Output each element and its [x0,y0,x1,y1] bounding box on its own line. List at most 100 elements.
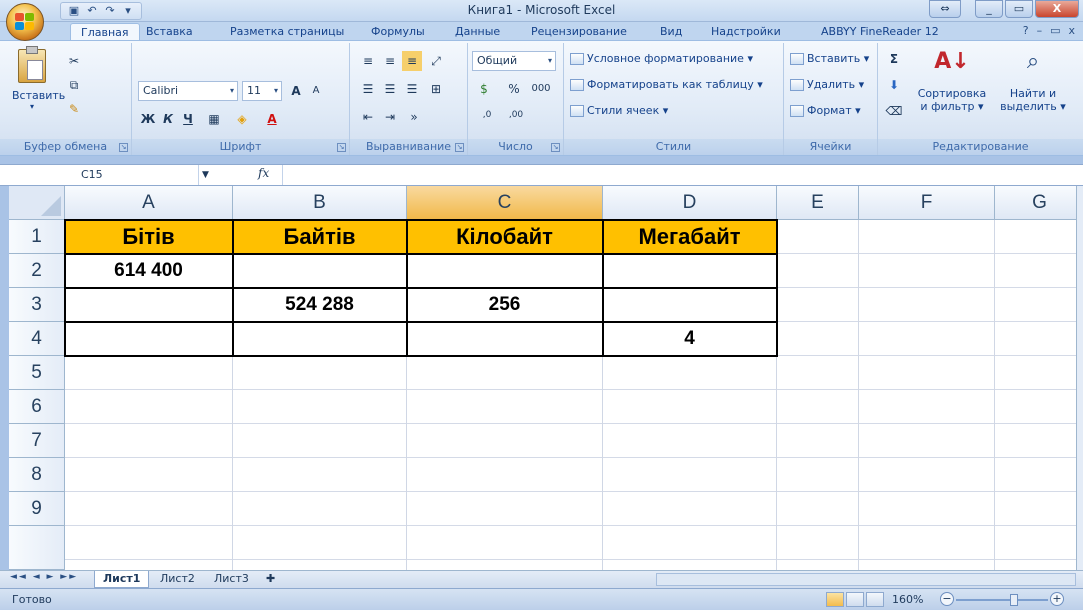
row-header-5[interactable]: 5 [9,356,65,390]
minimize-button[interactable]: _ [975,0,1003,18]
tab-review[interactable]: Рецензирование [531,23,627,40]
cell-c1[interactable]: Кілобайт [407,220,603,254]
vertical-scrollbar[interactable] [1076,186,1083,570]
insert-sheet-icon[interactable]: ✚ [258,571,283,588]
increase-decimal-button[interactable]: ,0 [474,105,500,125]
font-name-combo[interactable]: Calibri ▾ [138,81,238,101]
close-button[interactable]: X [1035,0,1079,18]
copy-icon[interactable]: ⧉ [64,75,84,95]
borders-icon[interactable]: ▦ [204,109,224,129]
wrap-text-icon[interactable]: » [404,107,424,127]
cell-d2[interactable] [603,254,777,288]
orientation-icon[interactable]: ⤢ [426,51,446,71]
tab-page-layout[interactable]: Разметка страницы [230,23,344,40]
column-header-f[interactable]: F [859,186,995,220]
row-header-6[interactable]: 6 [9,390,65,424]
align-left-icon[interactable]: ☰ [358,79,378,99]
resize-icon[interactable]: ⇔ [929,0,961,18]
row-header-1[interactable]: 1 [9,220,65,254]
cell-b3[interactable]: 524 288 [233,288,407,322]
conditional-formatting-button[interactable]: Условное форматирование ▾ [570,49,753,69]
cell-c3[interactable]: 256 [407,288,603,322]
tab-view[interactable]: Вид [660,23,682,40]
normal-view-icon[interactable] [826,592,844,607]
sheet-navigation-icons[interactable]: ◄◄ ◄ ► ►► [10,572,78,582]
row-header-10[interactable] [9,526,65,570]
cell-a2[interactable]: 614 400 [65,254,233,288]
zoom-in-icon[interactable]: + [1050,592,1064,606]
currency-icon[interactable]: $ [474,79,494,99]
row-header-2[interactable]: 2 [9,254,65,288]
clipboard-launcher-icon[interactable]: ↘ [119,143,128,152]
cell-b4[interactable] [233,322,407,356]
align-right-icon[interactable]: ☰ [402,79,422,99]
help-icon[interactable]: ? [1023,24,1029,37]
alignment-launcher-icon[interactable]: ↘ [455,143,464,152]
insert-function-button[interactable]: fx [258,166,269,180]
page-layout-view-icon[interactable] [846,592,864,607]
row-header-7[interactable]: 7 [9,424,65,458]
ribbon-close-icon[interactable]: x [1068,24,1075,37]
ribbon-restore-icon[interactable]: ▭ [1050,24,1060,37]
row-header-3[interactable]: 3 [9,288,65,322]
column-header-c[interactable]: C [407,186,603,220]
font-color-icon[interactable]: A [262,109,282,129]
merge-cells-icon[interactable]: ⊞ [426,79,446,99]
sheet-tab-1[interactable]: Лист1 [94,571,150,588]
delete-cells-button[interactable]: Удалить ▾ [790,75,864,95]
cell-a1[interactable]: Бітів [65,220,233,254]
decrease-decimal-button[interactable]: ,00 [502,105,530,125]
thousands-button[interactable]: 000 [526,79,556,99]
format-painter-icon[interactable]: ✎ [64,99,84,119]
row-header-9[interactable]: 9 [9,492,65,526]
zoom-knob[interactable] [1010,594,1018,606]
zoom-slider[interactable]: − + [940,592,1064,606]
zoom-out-icon[interactable]: − [940,592,954,606]
format-as-table-button[interactable]: Форматировать как таблицу ▾ [570,75,763,95]
cell-a3[interactable] [65,288,233,322]
name-box[interactable]: C15 [9,165,199,185]
bold-button[interactable]: Ж [138,109,158,129]
zoom-level[interactable]: 160% [892,593,923,606]
insert-cells-button[interactable]: Вставить ▾ [790,49,869,69]
sheet-tab-3[interactable]: Лист3 [206,571,257,588]
tab-insert[interactable]: Вставка [146,23,193,40]
cell-styles-button[interactable]: Стили ячеек ▾ [570,101,668,121]
align-bottom-icon[interactable]: ≡ [402,51,422,71]
find-select-button[interactable]: ⌕ Найти и выделить ▾ [992,49,1074,113]
cell-d3[interactable] [603,288,777,322]
align-middle-icon[interactable]: ≡ [380,51,400,71]
tab-data[interactable]: Данные [455,23,500,40]
cell-d1[interactable]: Мегабайт [603,220,777,254]
fill-icon[interactable]: ⬇ [884,75,904,95]
format-cells-button[interactable]: Формат ▾ [790,101,861,121]
tab-home[interactable]: Главная [70,23,140,40]
column-header-d[interactable]: D [603,186,777,220]
clear-icon[interactable]: ⌫ [884,101,904,121]
ribbon-minimize-icon[interactable]: – [1037,24,1043,37]
column-header-a[interactable]: A [65,186,233,220]
sheet-tab-2[interactable]: Лист2 [152,571,203,588]
tab-formulas[interactable]: Формулы [371,23,425,40]
paste-button[interactable]: Вставить ▾ [12,46,65,129]
select-all-button[interactable] [9,186,65,220]
row-header-8[interactable]: 8 [9,458,65,492]
office-button[interactable] [6,3,44,41]
cell-b2[interactable] [233,254,407,288]
name-box-dropdown-icon[interactable]: ▼ [202,165,209,185]
cut-icon[interactable]: ✂ [64,51,84,71]
shrink-font-button[interactable]: A [306,81,326,101]
number-format-combo[interactable]: Общий ▾ [472,51,556,71]
paste-dropdown-icon[interactable]: ▾ [12,102,52,111]
decrease-indent-icon[interactable]: ⇤ [358,107,378,127]
row-header-4[interactable]: 4 [9,322,65,356]
autosum-button[interactable]: Σ [884,49,904,69]
tab-addins[interactable]: Надстройки [711,23,781,40]
font-size-combo[interactable]: 11 ▾ [242,81,282,101]
horizontal-scrollbar[interactable] [656,573,1076,586]
cell-c4[interactable] [407,322,603,356]
column-header-e[interactable]: E [777,186,859,220]
fill-color-icon[interactable]: ◈ [232,109,252,129]
number-launcher-icon[interactable]: ↘ [551,143,560,152]
sort-filter-button[interactable]: A↓ Сортировка и фильтр ▾ [916,49,988,113]
